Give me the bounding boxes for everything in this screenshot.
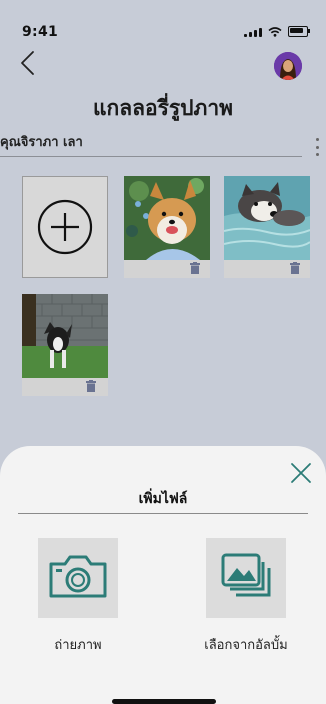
back-arrow-icon[interactable] — [18, 50, 38, 76]
photo-tile-dog-standing[interactable] — [22, 294, 108, 396]
trash-icon[interactable] — [190, 262, 200, 274]
status-bar: 9:41 — [0, 0, 326, 40]
sheet-title: เพิ่มไฟล์ — [138, 491, 188, 507]
corgi-dog-photo[interactable] — [124, 176, 210, 260]
page-title: แกลลอรี่รูปภาพ — [93, 96, 233, 120]
owner-divider — [0, 156, 302, 157]
take-photo-button[interactable] — [38, 538, 118, 618]
add-file-sheet: เพิ่มไฟล์ ถ่ายภาพ เลือกจากอัลบั้ม — [0, 446, 326, 704]
husky-swimming-photo[interactable] — [224, 176, 310, 260]
status-icons — [244, 26, 310, 37]
status-time: 9:41 — [22, 24, 59, 40]
dog-standing-photo[interactable] — [22, 294, 108, 378]
home-indicator — [112, 699, 216, 704]
choose-from-album-button[interactable] — [206, 538, 286, 618]
take-photo-label: ถ่ายภาพ — [54, 638, 102, 653]
choose-from-album-label: เลือกจากอัลบั้ม — [204, 638, 288, 653]
sheet-divider — [18, 513, 308, 514]
wifi-icon — [268, 27, 282, 37]
trash-icon[interactable] — [290, 262, 300, 274]
camera-icon — [49, 555, 107, 598]
plus-circle-icon — [37, 199, 93, 255]
close-icon[interactable] — [290, 462, 312, 484]
photo-tile-corgi[interactable] — [124, 176, 210, 278]
album-icon — [221, 553, 271, 597]
photo-tile-husky[interactable] — [224, 176, 310, 278]
trash-icon[interactable] — [86, 380, 96, 392]
owner-name: คุณจิราภา เลา — [0, 135, 83, 150]
avatar-image — [274, 52, 302, 80]
avatar[interactable] — [274, 52, 302, 80]
more-options-icon[interactable] — [314, 138, 320, 156]
add-photo-button[interactable] — [22, 176, 108, 278]
signal-icon — [244, 27, 262, 37]
gallery-screen: 9:41 แกลลอรี่รูปภาพ คุณจิราภา เลา เพิ่มไ… — [0, 0, 326, 704]
battery-icon — [288, 26, 310, 37]
